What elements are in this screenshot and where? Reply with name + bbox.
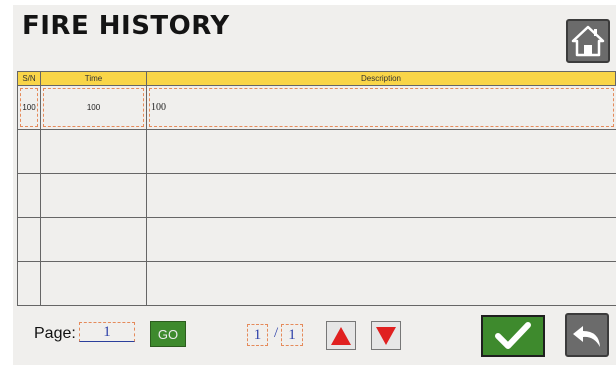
header-time: Time <box>41 72 147 85</box>
page-up-button[interactable] <box>326 321 356 350</box>
cell-time <box>41 262 147 305</box>
up-arrow-icon <box>331 326 351 345</box>
cell-time <box>41 218 147 261</box>
total-pages-indicator: 1 <box>281 324 303 346</box>
cell-sn: 100 <box>20 88 38 127</box>
home-icon <box>571 25 605 57</box>
cell-description: 100 <box>149 88 614 127</box>
header-sn: S/N <box>18 72 41 85</box>
return-icon <box>573 326 600 347</box>
page-separator: / <box>274 325 279 341</box>
table-row[interactable] <box>17 174 616 218</box>
cell-time <box>41 174 147 217</box>
table-row[interactable] <box>17 262 616 306</box>
page-title: FIRE HISTORY <box>22 11 230 41</box>
cell-description <box>147 130 616 173</box>
checkmark-icon <box>495 322 531 349</box>
page-number-input[interactable]: 1 <box>79 322 135 342</box>
cell-sn <box>18 130 41 173</box>
cell-sn <box>18 218 41 261</box>
table-header: S/N Time Description <box>17 71 616 86</box>
home-button[interactable] <box>566 19 610 63</box>
back-button[interactable] <box>565 313 609 357</box>
cell-sn <box>18 174 41 217</box>
cell-description <box>147 218 616 261</box>
current-page-indicator: 1 <box>247 324 268 346</box>
cell-time <box>41 130 147 173</box>
fire-history-table: S/N Time Description 100 100 100 <box>17 71 616 306</box>
cell-sn <box>18 262 41 305</box>
cell-time: 100 <box>43 88 144 127</box>
go-button[interactable]: GO <box>150 321 186 347</box>
table-row[interactable] <box>17 130 616 174</box>
down-arrow-icon <box>376 326 396 345</box>
page-down-button[interactable] <box>371 321 401 350</box>
table-row[interactable]: 100 100 100 <box>17 86 616 130</box>
page-label: Page: <box>34 325 76 342</box>
header-description: Description <box>360 74 401 83</box>
confirm-button[interactable] <box>481 315 545 357</box>
table-row[interactable] <box>17 218 616 262</box>
cell-description <box>147 174 616 217</box>
cell-description <box>147 262 616 305</box>
